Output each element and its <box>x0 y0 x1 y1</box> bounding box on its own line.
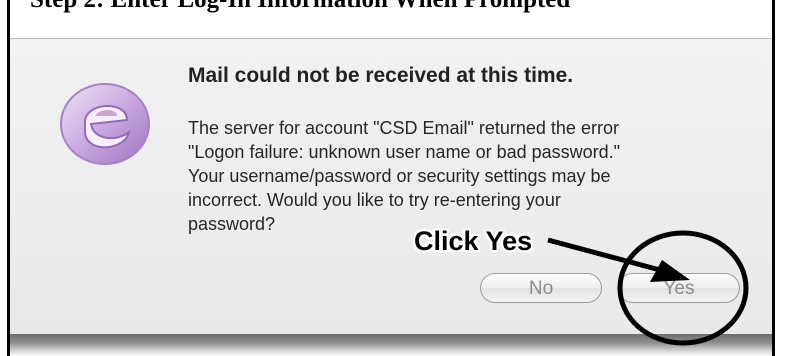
no-button[interactable]: No <box>480 273 602 303</box>
message-line: incorrect. Would you like to try re-ente… <box>188 190 561 210</box>
dialog-shadow <box>10 334 772 356</box>
entourage-e-icon <box>60 83 150 165</box>
message-line: "Logon failure: unknown user name or bad… <box>188 142 621 162</box>
message-line: Your username/password or security setti… <box>188 166 611 186</box>
click-yes-label: Click Yes <box>414 226 533 256</box>
dialog-title: Mail could not be received at this time. <box>188 64 574 87</box>
tutorial-caption: Step 2: Enter Log-In Information When Pr… <box>0 0 785 13</box>
dialog-message: The server for account "CSD Email" retur… <box>188 116 688 236</box>
yes-button[interactable]: Yes <box>618 273 740 303</box>
frame-border-right <box>772 0 775 356</box>
message-line: The server for account "CSD Email" retur… <box>188 118 619 138</box>
